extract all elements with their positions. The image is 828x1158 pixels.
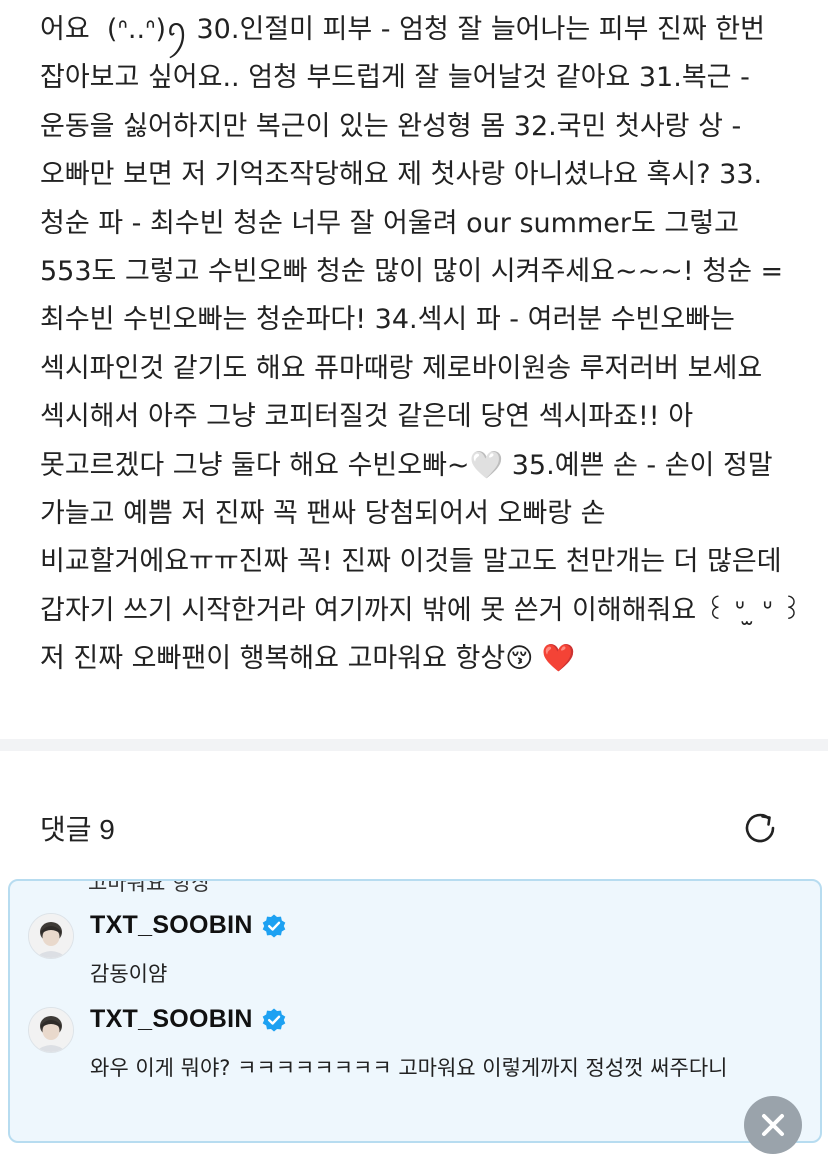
verified-badge-icon — [262, 914, 286, 937]
comment-author[interactable]: TXT_SOOBIN — [90, 911, 253, 940]
comment-author-row: TXT_SOOBIN — [90, 1005, 287, 1034]
previous-comment-fragment: 고마워요 항상 — [88, 879, 211, 895]
avatar-photo — [29, 914, 73, 958]
comment-text: 감동이얌 — [90, 962, 168, 986]
refresh-icon — [745, 813, 775, 843]
avatar[interactable] — [28, 1007, 74, 1053]
comments-count-title: 댓글 9 — [40, 814, 115, 845]
comment-author-row: TXT_SOOBIN — [90, 911, 287, 940]
comments-list: 고마워요 항상 TXT_SOOBIN 감동이얌 TXT_SOOBIN 와우 이게… — [8, 879, 822, 1143]
avatar-photo — [29, 1008, 73, 1052]
section-divider — [0, 739, 828, 751]
post-body-text: 어요 (ᐢ..ᐢ)ꪆ 30.인절미 피부 - 엄청 잘 늘어나는 피부 진짜 한… — [40, 14, 811, 675]
comment-text: 와우 이게 뭐야? ㅋㅋㅋㅋㅋㅋㅋㅋ 고마워요 이렇게까지 정성껏 써주다니 — [90, 1056, 728, 1080]
close-icon — [762, 1114, 784, 1136]
comments-header — [0, 751, 828, 879]
refresh-button[interactable] — [740, 808, 780, 848]
comment-author[interactable]: TXT_SOOBIN — [90, 1005, 253, 1034]
avatar[interactable] — [28, 913, 74, 959]
verified-badge-icon — [262, 1008, 286, 1031]
close-button[interactable] — [744, 1096, 802, 1154]
